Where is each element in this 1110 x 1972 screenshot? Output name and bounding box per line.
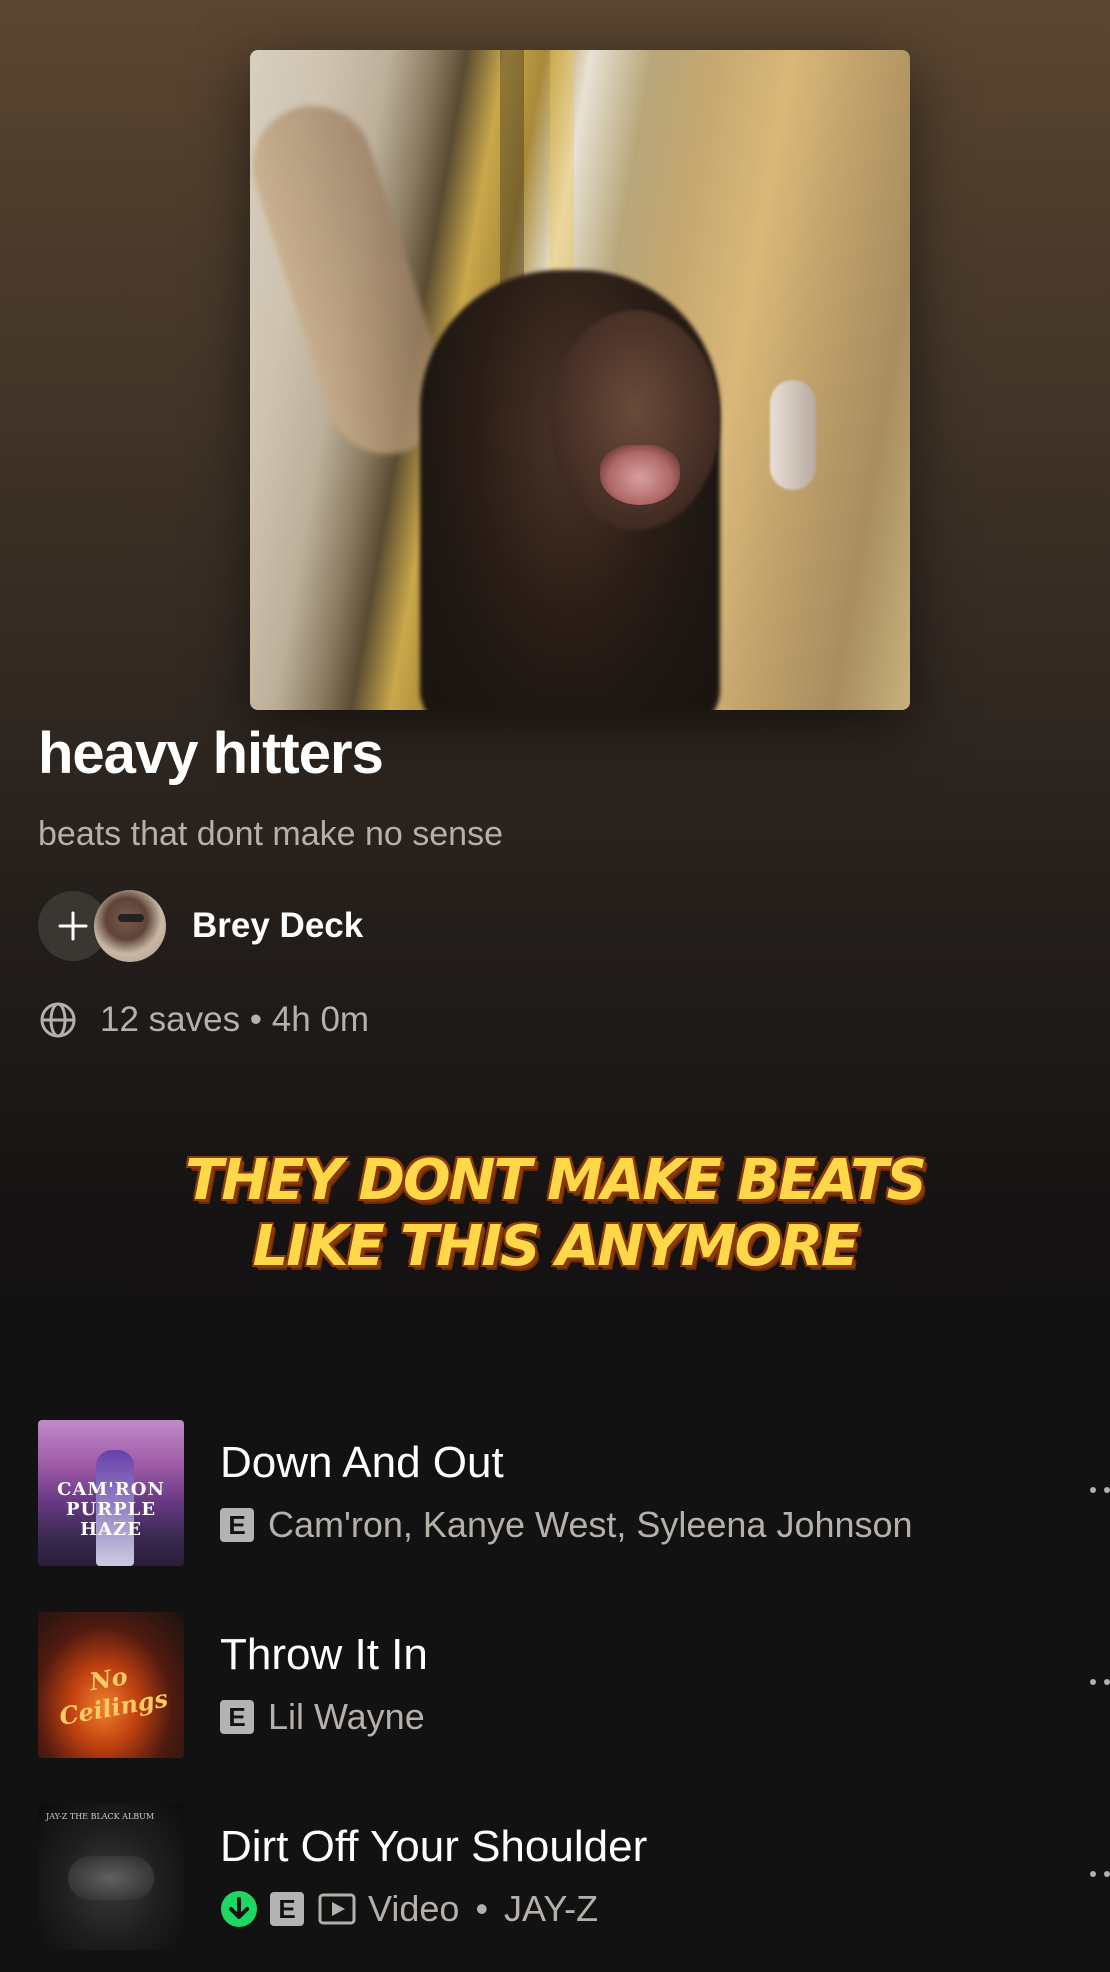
headphones-graphic: [770, 380, 816, 490]
track-subtitle: E Video • JAY-Z: [220, 1888, 598, 1930]
playlist-cover-image: [250, 50, 910, 710]
caption-line-2: LIKE THIS ANYMORE: [252, 1214, 860, 1279]
album-art-camron: CAM'RON PURPLE HAZE: [38, 1420, 184, 1566]
album-art-label: No Ceilings: [57, 1661, 170, 1732]
more-dot-icon: [1090, 1679, 1096, 1685]
track-title: Dirt Off Your Shoulder: [220, 1822, 648, 1871]
track-artists: Lil Wayne: [268, 1696, 425, 1737]
explicit-badge: E: [220, 1700, 254, 1734]
more-dot-icon: [1104, 1487, 1110, 1493]
track-subtitle: E Lil Wayne: [220, 1696, 425, 1738]
track-artists: Cam'ron, Kanye West, Syleena Johnson: [268, 1504, 913, 1545]
track-artists: JAY-Z: [504, 1888, 599, 1929]
track-row[interactable]: CAM'RON PURPLE HAZE Down And Out E Cam'r…: [38, 1420, 1110, 1566]
separator-dot: •: [475, 1888, 489, 1929]
more-dot-icon: [1104, 1871, 1110, 1877]
explicit-badge: E: [270, 1892, 304, 1926]
owner-avatar[interactable]: [94, 890, 166, 962]
track-subtitle: E Cam'ron, Kanye West, Syleena Johnson: [220, 1504, 913, 1546]
more-options-button[interactable]: [1070, 1854, 1110, 1894]
explicit-badge: E: [220, 1508, 254, 1542]
video-caption-overlay: THEY DONT MAKE BEATS LIKE THIS ANYMORE: [0, 1148, 1110, 1280]
more-dot-icon: [1090, 1487, 1096, 1493]
track-type: Video: [368, 1888, 460, 1929]
plus-icon: [58, 911, 88, 941]
more-dot-icon: [1090, 1871, 1096, 1877]
owner-name[interactable]: Brey Deck: [192, 906, 363, 946]
more-dot-icon: [1104, 1679, 1110, 1685]
more-options-button[interactable]: [1070, 1662, 1110, 1702]
playlist-description: beats that dont make no sense: [38, 815, 503, 853]
album-art-label: CAM'RON PURPLE HAZE: [57, 1479, 165, 1540]
playlist-title: heavy hitters: [38, 721, 384, 786]
video-icon: [318, 1893, 356, 1925]
downloaded-icon: [221, 1891, 257, 1927]
album-art-no-ceilings: No Ceilings: [38, 1612, 184, 1758]
track-title: Down And Out: [220, 1438, 504, 1487]
more-options-button[interactable]: [1070, 1470, 1110, 1510]
globe-icon: [40, 1002, 76, 1038]
owner-row: Brey Deck: [38, 888, 363, 964]
track-title: Throw It In: [220, 1630, 428, 1679]
album-art-label: JAY-Z THE BLACK ALBUM: [46, 1812, 155, 1821]
caption-line-1: THEY DONT MAKE BEATS: [185, 1148, 927, 1213]
saves-duration-text: 12 saves • 4h 0m: [100, 1000, 370, 1039]
track-row[interactable]: No Ceilings Throw It In E Lil Wayne: [38, 1612, 1110, 1758]
playlist-meta: 12 saves • 4h 0m: [38, 996, 369, 1044]
album-art-black-album: JAY-Z THE BLACK ALBUM: [38, 1804, 184, 1950]
track-row[interactable]: JAY-Z THE BLACK ALBUM Dirt Off Your Shou…: [38, 1804, 1110, 1950]
